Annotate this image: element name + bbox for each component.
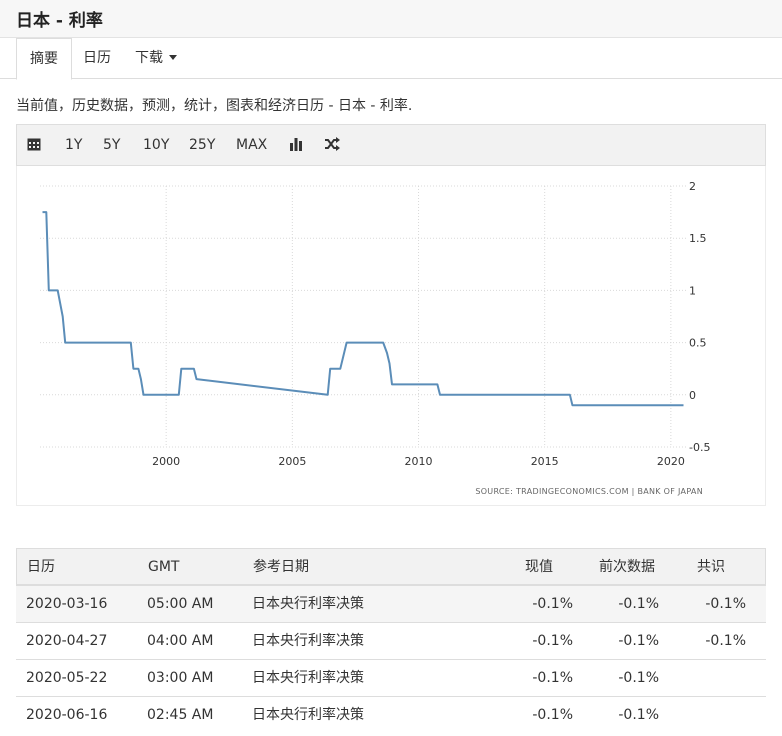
table-row[interactable]: 2020-03-16 05:00 AM 日本央行利率决策 -0.1% -0.1%… [16,585,766,622]
range-1y-button[interactable]: 1Y [65,125,82,165]
table-row[interactable]: 2020-06-16 02:45 AM 日本央行利率决策 -0.1% -0.1% [16,696,766,733]
cell-date: 2020-03-16 [26,596,108,612]
header-calendar: 日历 [27,559,55,575]
cell-event: 日本央行利率决策 [252,633,364,649]
table-row[interactable]: 2020-05-22 03:00 AM 日本央行利率决策 -0.1% -0.1% [16,659,766,696]
chart-source: SOURCE: TRADINGECONOMICS.COM | BANK OF J… [475,487,703,496]
interest-rate-chart: 2 1.5 1 0.5 0 -0.5 2000 2005 2010 2015 2020 SOURCE:… [40,180,710,496]
cell-previous: -0.1% [618,707,659,723]
y-tick-label: 2 [689,180,696,193]
cell-actual: -0.1% [532,707,573,723]
cell-actual: -0.1% [532,670,573,686]
y-tick-label: 1 [689,284,696,297]
cell-time: 03:00 AM [147,670,214,686]
cell-event: 日本央行利率决策 [252,707,364,723]
range-max-button[interactable]: MAX [236,125,267,165]
x-tick-label: 2010 [405,455,433,468]
cell-consensus: -0.1% [705,596,746,612]
range-5y-button[interactable]: 5Y [103,125,120,165]
x-tick-label: 2020 [657,455,685,468]
tab-download[interactable]: 下载 [122,38,190,79]
caret-down-icon [169,55,177,60]
table-header-row: 日历 GMT 参考日期 现值 前次数据 共识 [16,548,766,585]
chart-container: 2 1.5 1 0.5 0 -0.5 2000 2005 2010 2015 2020 SOURCE:… [16,166,766,506]
header-reference: 参考日期 [253,559,309,575]
header-previous: 前次数据 [599,559,655,575]
series-line-interest-rate [42,211,684,407]
cell-time: 04:00 AM [147,633,214,649]
cell-event: 日本央行利率决策 [252,670,364,686]
page-description: 当前值，历史数据，预测，统计，图表和经济日历 - 日本 - 利率. [16,98,413,114]
tab-summary[interactable]: 摘要 [16,38,72,80]
cell-previous: -0.1% [618,670,659,686]
bar-chart-icon[interactable] [289,125,303,165]
y-tick-label: 0 [689,389,696,402]
header-actual: 现值 [525,559,553,575]
cell-date: 2020-04-27 [26,633,108,649]
y-tick-label: 1.5 [689,232,707,245]
cell-previous: -0.1% [618,596,659,612]
title-bar: 日本 - 利率 [0,0,782,38]
calendar-icon[interactable] [27,125,41,165]
x-tick-label: 2005 [278,455,306,468]
page-title: 日本 - 利率 [16,11,103,31]
shuffle-icon[interactable] [324,125,340,165]
tab-bar: 摘要 日历 下载 [0,38,782,80]
cell-date: 2020-05-22 [26,670,108,686]
range-10y-button[interactable]: 10Y [143,125,169,165]
table-row[interactable]: 2020-04-27 04:00 AM 日本央行利率决策 -0.1% -0.1%… [16,622,766,659]
y-tick-label: -0.5 [689,441,710,454]
y-tick-label: 0.5 [689,337,707,350]
chart-toolbar: 1Y 5Y 10Y 25Y MAX [16,124,766,166]
range-25y-button[interactable]: 25Y [189,125,215,165]
calendar-table: 日历 GMT 参考日期 现值 前次数据 共识 2020-03-16 05:00 … [16,548,766,733]
tab-download-label: 下载 [135,50,163,66]
cell-time: 02:45 AM [147,707,214,723]
cell-actual: -0.1% [532,633,573,649]
x-tick-label: 2000 [152,455,180,468]
tab-calendar[interactable]: 日历 [70,38,124,79]
cell-event: 日本央行利率决策 [252,596,364,612]
header-consensus: 共识 [697,559,725,575]
cell-date: 2020-06-16 [26,707,108,723]
cell-time: 05:00 AM [147,596,214,612]
header-gmt: GMT [148,559,180,575]
x-tick-label: 2015 [531,455,559,468]
cell-consensus: -0.1% [705,633,746,649]
cell-previous: -0.1% [618,633,659,649]
cell-actual: -0.1% [532,596,573,612]
